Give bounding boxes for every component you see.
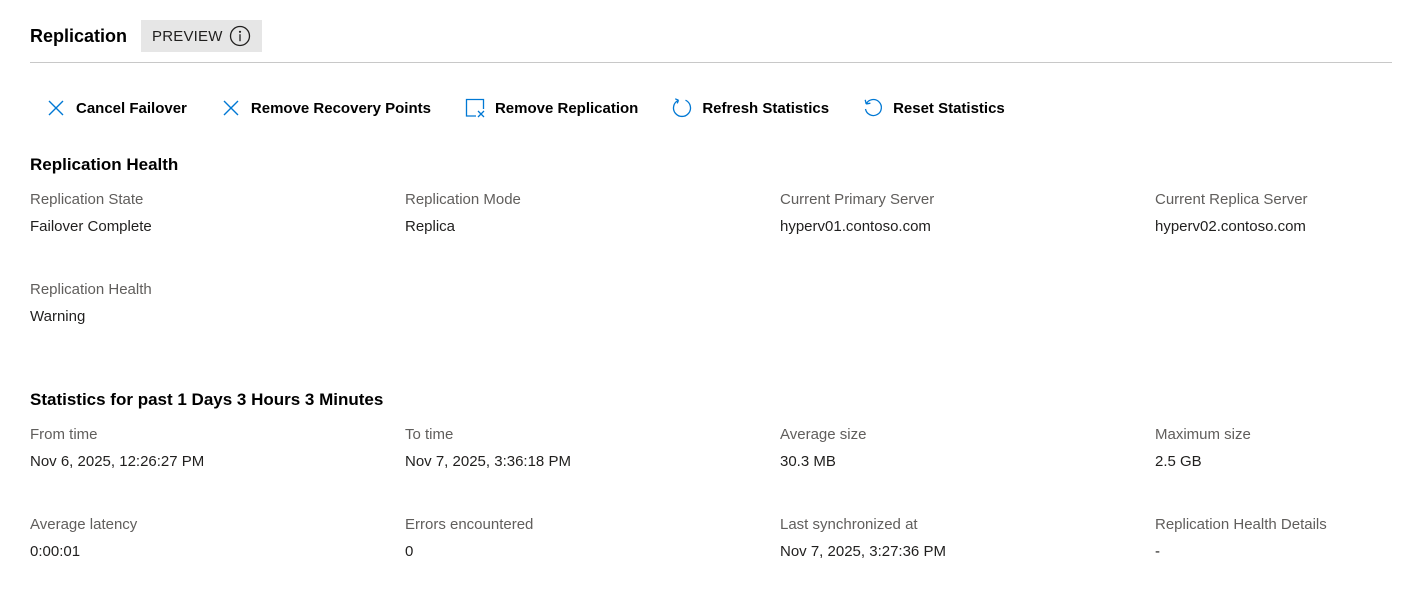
- field-value: 0:00:01: [30, 543, 81, 560]
- field-value: hyperv01.contoso.com: [780, 218, 931, 235]
- field-label: Replication Health: [30, 281, 152, 298]
- current-primary-server-field: Current Primary Server hyperv01.contoso.…: [780, 191, 1140, 236]
- refresh-icon: [670, 96, 694, 120]
- last-synchronized-field: Last synchronized at Nov 7, 2025, 3:27:3…: [780, 516, 1140, 561]
- header-divider: [30, 62, 1392, 63]
- field-label: Maximum size: [1155, 426, 1251, 443]
- statistics-heading: Statistics for past 1 Days 3 Hours 3 Min…: [30, 390, 384, 409]
- reset-statistics-button[interactable]: Reset Statistics: [861, 92, 1005, 124]
- maximum-size-field: Maximum size 2.5 GB: [1155, 426, 1422, 471]
- field-value: Replica: [405, 218, 456, 235]
- remove-recovery-points-label: Remove Recovery Points: [250, 99, 431, 117]
- command-bar: Cancel Failover Remove Recovery Points R…: [44, 92, 1037, 124]
- field-label: Current Primary Server: [780, 191, 935, 208]
- field-label: Errors encountered: [405, 516, 534, 533]
- reset-statistics-label: Reset Statistics: [893, 99, 1005, 117]
- close-icon: [219, 96, 243, 120]
- replication-health-field: Replication Health Warning: [30, 281, 390, 326]
- field-label: Replication Health Details: [1155, 516, 1327, 533]
- replication-mode-field: Replication Mode Replica: [405, 191, 765, 236]
- field-label: Current Replica Server: [1155, 191, 1308, 208]
- remove-recovery-points-button[interactable]: Remove Recovery Points: [219, 92, 431, 124]
- field-value: Nov 7, 2025, 3:36:18 PM: [405, 453, 571, 470]
- field-value: Nov 6, 2025, 12:26:27 PM: [30, 453, 205, 470]
- remove-replication-label: Remove Replication: [494, 99, 639, 117]
- field-label: Average size: [780, 426, 867, 443]
- close-icon: [44, 96, 68, 120]
- field-label: Last synchronized at: [780, 516, 918, 533]
- reset-icon: [861, 96, 885, 120]
- average-latency-field: Average latency 0:00:01: [30, 516, 390, 561]
- field-value: Nov 7, 2025, 3:27:36 PM: [780, 543, 946, 560]
- field-value: 0: [405, 543, 414, 560]
- replication-state-field: Replication State Failover Complete: [30, 191, 390, 236]
- preview-badge-label: PREVIEW: [152, 27, 223, 45]
- field-value: 2.5 GB: [1155, 453, 1202, 470]
- page-title: Replication: [30, 26, 128, 46]
- current-replica-server-field: Current Replica Server hyperv02.contoso.…: [1155, 191, 1422, 236]
- field-value: Failover Complete: [30, 218, 152, 235]
- field-label: From time: [30, 426, 98, 443]
- refresh-statistics-button[interactable]: Refresh Statistics: [670, 92, 829, 124]
- preview-badge: PREVIEW: [141, 20, 262, 52]
- field-label: Average latency: [30, 516, 138, 533]
- field-value: 30.3 MB: [780, 453, 836, 470]
- replication-health-details-field: Replication Health Details -: [1155, 516, 1422, 561]
- average-size-field: Average size 30.3 MB: [780, 426, 1140, 471]
- field-value: hyperv02.contoso.com: [1155, 218, 1306, 235]
- to-time-field: To time Nov 7, 2025, 3:36:18 PM: [405, 426, 765, 471]
- errors-encountered-field: Errors encountered 0: [405, 516, 765, 561]
- remove-replication-button[interactable]: Remove Replication: [463, 92, 638, 124]
- field-label: Replication State: [30, 191, 144, 208]
- from-time-field: From time Nov 6, 2025, 12:26:27 PM: [30, 426, 390, 471]
- remove-box-icon: [463, 96, 487, 120]
- refresh-statistics-label: Refresh Statistics: [702, 99, 830, 117]
- field-value: Warning: [30, 308, 86, 325]
- field-label: Replication Mode: [405, 191, 521, 208]
- field-value: -: [1155, 543, 1160, 560]
- field-label: To time: [405, 426, 454, 443]
- cancel-failover-label: Cancel Failover: [76, 99, 187, 117]
- replication-health-heading: Replication Health: [30, 155, 179, 174]
- cancel-failover-button[interactable]: Cancel Failover: [44, 92, 187, 124]
- info-icon[interactable]: [229, 25, 251, 47]
- page-header: Replication PREVIEW: [30, 20, 262, 52]
